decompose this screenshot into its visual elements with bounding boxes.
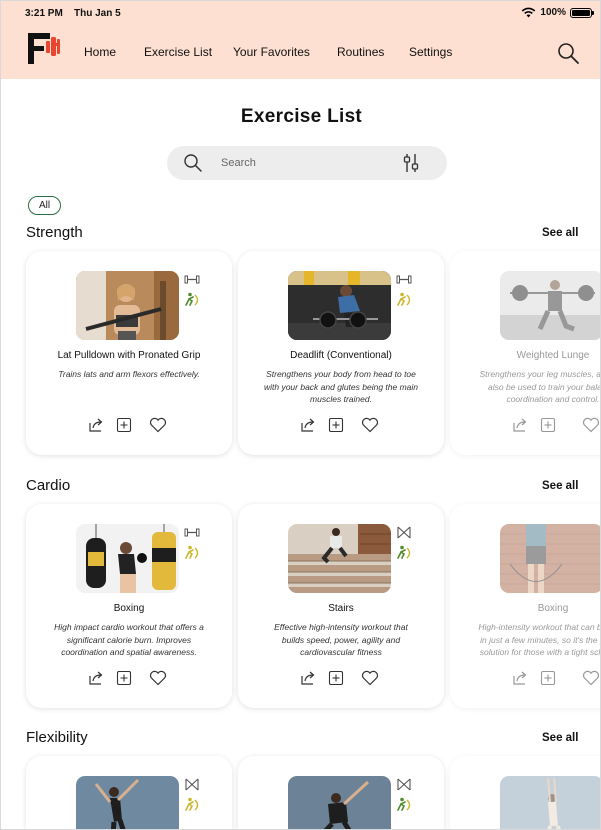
heart-icon[interactable] — [149, 670, 167, 686]
exercise-title: Boxing — [537, 603, 569, 614]
see-all-flexibility-button[interactable]: See all — [542, 732, 578, 744]
exercise-description: High-intensity workout that can be done … — [478, 622, 600, 657]
add-to-routine-icon[interactable] — [540, 417, 556, 433]
see-all-strength-button[interactable]: See all — [542, 227, 578, 239]
exercise-card[interactable]: Weighted Lunge Strengthens your leg musc… — [450, 251, 601, 455]
heart-icon[interactable] — [361, 417, 379, 433]
exercise-description: Strengthens your body from head to toe w… — [263, 369, 419, 404]
dumbbell-icon — [184, 275, 200, 284]
exercise-thumbnail — [288, 776, 391, 829]
nav-your-favorites[interactable]: Your Favorites — [233, 45, 310, 59]
no-equipment-icon — [397, 778, 411, 791]
exercise-card[interactable] — [238, 756, 444, 829]
exercise-description: Effective high-intensity workout that bu… — [274, 622, 408, 657]
battery-icon — [570, 7, 594, 18]
exercise-thumbnail — [76, 524, 179, 593]
see-all-cardio-button[interactable]: See all — [542, 480, 578, 492]
section-title-cardio: Cardio — [26, 477, 71, 494]
wifi-icon — [522, 7, 536, 18]
intensity-level-icon — [185, 292, 199, 306]
dumbbell-icon — [396, 275, 412, 284]
exercise-card[interactable] — [26, 756, 232, 829]
status-date: Thu Jan 5 — [74, 8, 121, 19]
exercise-thumbnail — [500, 524, 600, 593]
share-icon[interactable] — [512, 670, 528, 686]
nav-routines[interactable]: Routines — [337, 45, 384, 59]
exercise-thumbnail — [76, 271, 179, 340]
section-title-flexibility: Flexibility — [26, 729, 88, 746]
intensity-level-icon — [185, 797, 199, 811]
add-to-routine-icon[interactable] — [116, 670, 132, 686]
heart-icon[interactable] — [361, 670, 379, 686]
exercise-card[interactable]: Stairs Effective high-intensity workout … — [238, 504, 444, 708]
share-icon[interactable] — [88, 417, 104, 433]
exercise-description: High impact cardio workout that offers a… — [54, 622, 204, 657]
no-equipment-icon — [397, 526, 411, 539]
intensity-level-icon — [397, 797, 411, 811]
section-title-strength: Strength — [26, 224, 83, 241]
exercise-description: Strengthens your leg muscles, and can al… — [479, 369, 601, 404]
exercise-card[interactable]: Boxing High-intensity workout that can b… — [450, 504, 600, 708]
dumbbell-icon — [184, 528, 200, 537]
exercise-card[interactable]: Lat Pulldown with Pronated Grip Trains l… — [26, 251, 232, 455]
intensity-level-icon — [397, 292, 411, 306]
exercise-search-bar — [167, 146, 447, 180]
nav-home[interactable]: Home — [84, 45, 116, 59]
filter-sliders-icon[interactable] — [401, 152, 421, 174]
intensity-level-icon — [185, 545, 199, 559]
exercise-thumbnail — [500, 271, 600, 340]
share-icon[interactable] — [300, 417, 316, 433]
share-icon[interactable] — [300, 670, 316, 686]
exercise-thumbnail — [76, 776, 179, 829]
exercise-title: Deadlift (Conventional) — [290, 350, 392, 361]
exercise-title: Lat Pulldown with Pronated Grip — [57, 350, 201, 361]
nav-settings[interactable]: Settings — [409, 45, 452, 59]
app-logo[interactable] — [27, 31, 63, 65]
exercise-card[interactable] — [450, 756, 600, 829]
add-to-routine-icon[interactable] — [116, 417, 132, 433]
page-title: Exercise List — [240, 106, 363, 127]
add-to-routine-icon[interactable] — [540, 670, 556, 686]
exercise-description: Trains lats and arm flexors effectively. — [58, 369, 200, 379]
exercise-thumbnail — [500, 776, 600, 829]
filter-chip-all[interactable]: All — [28, 196, 61, 215]
exercise-card[interactable]: Boxing High impact cardio workout that o… — [26, 504, 232, 708]
nav-exercise-list[interactable]: Exercise List — [144, 45, 212, 59]
search-input[interactable] — [221, 154, 391, 172]
status-time: 3:21 PM — [25, 8, 63, 19]
exercise-thumbnail — [288, 271, 391, 340]
search-icon — [184, 154, 202, 172]
exercise-thumbnail — [288, 524, 391, 593]
heart-icon[interactable] — [582, 670, 600, 686]
no-equipment-icon — [185, 778, 199, 791]
intensity-level-icon — [397, 545, 411, 559]
add-to-routine-icon[interactable] — [328, 670, 344, 686]
battery-percent: 100% — [540, 7, 566, 18]
search-icon[interactable] — [556, 41, 580, 65]
exercise-card[interactable]: Deadlift (Conventional) Strengthens your… — [238, 251, 444, 455]
share-icon[interactable] — [512, 417, 528, 433]
status-right: 100% — [521, 7, 594, 18]
heart-icon[interactable] — [582, 417, 600, 433]
app-frame: 3:21 PM Thu Jan 5 100% Home Exercise Lis… — [0, 0, 601, 830]
exercise-title: Boxing — [113, 603, 145, 614]
top-header: 3:21 PM Thu Jan 5 100% Home Exercise Lis… — [1, 1, 600, 79]
exercise-title: Stairs — [328, 603, 354, 614]
share-icon[interactable] — [88, 670, 104, 686]
heart-icon[interactable] — [149, 417, 167, 433]
add-to-routine-icon[interactable] — [328, 417, 344, 433]
exercise-title: Weighted Lunge — [516, 350, 590, 361]
battery-fill — [572, 9, 590, 16]
